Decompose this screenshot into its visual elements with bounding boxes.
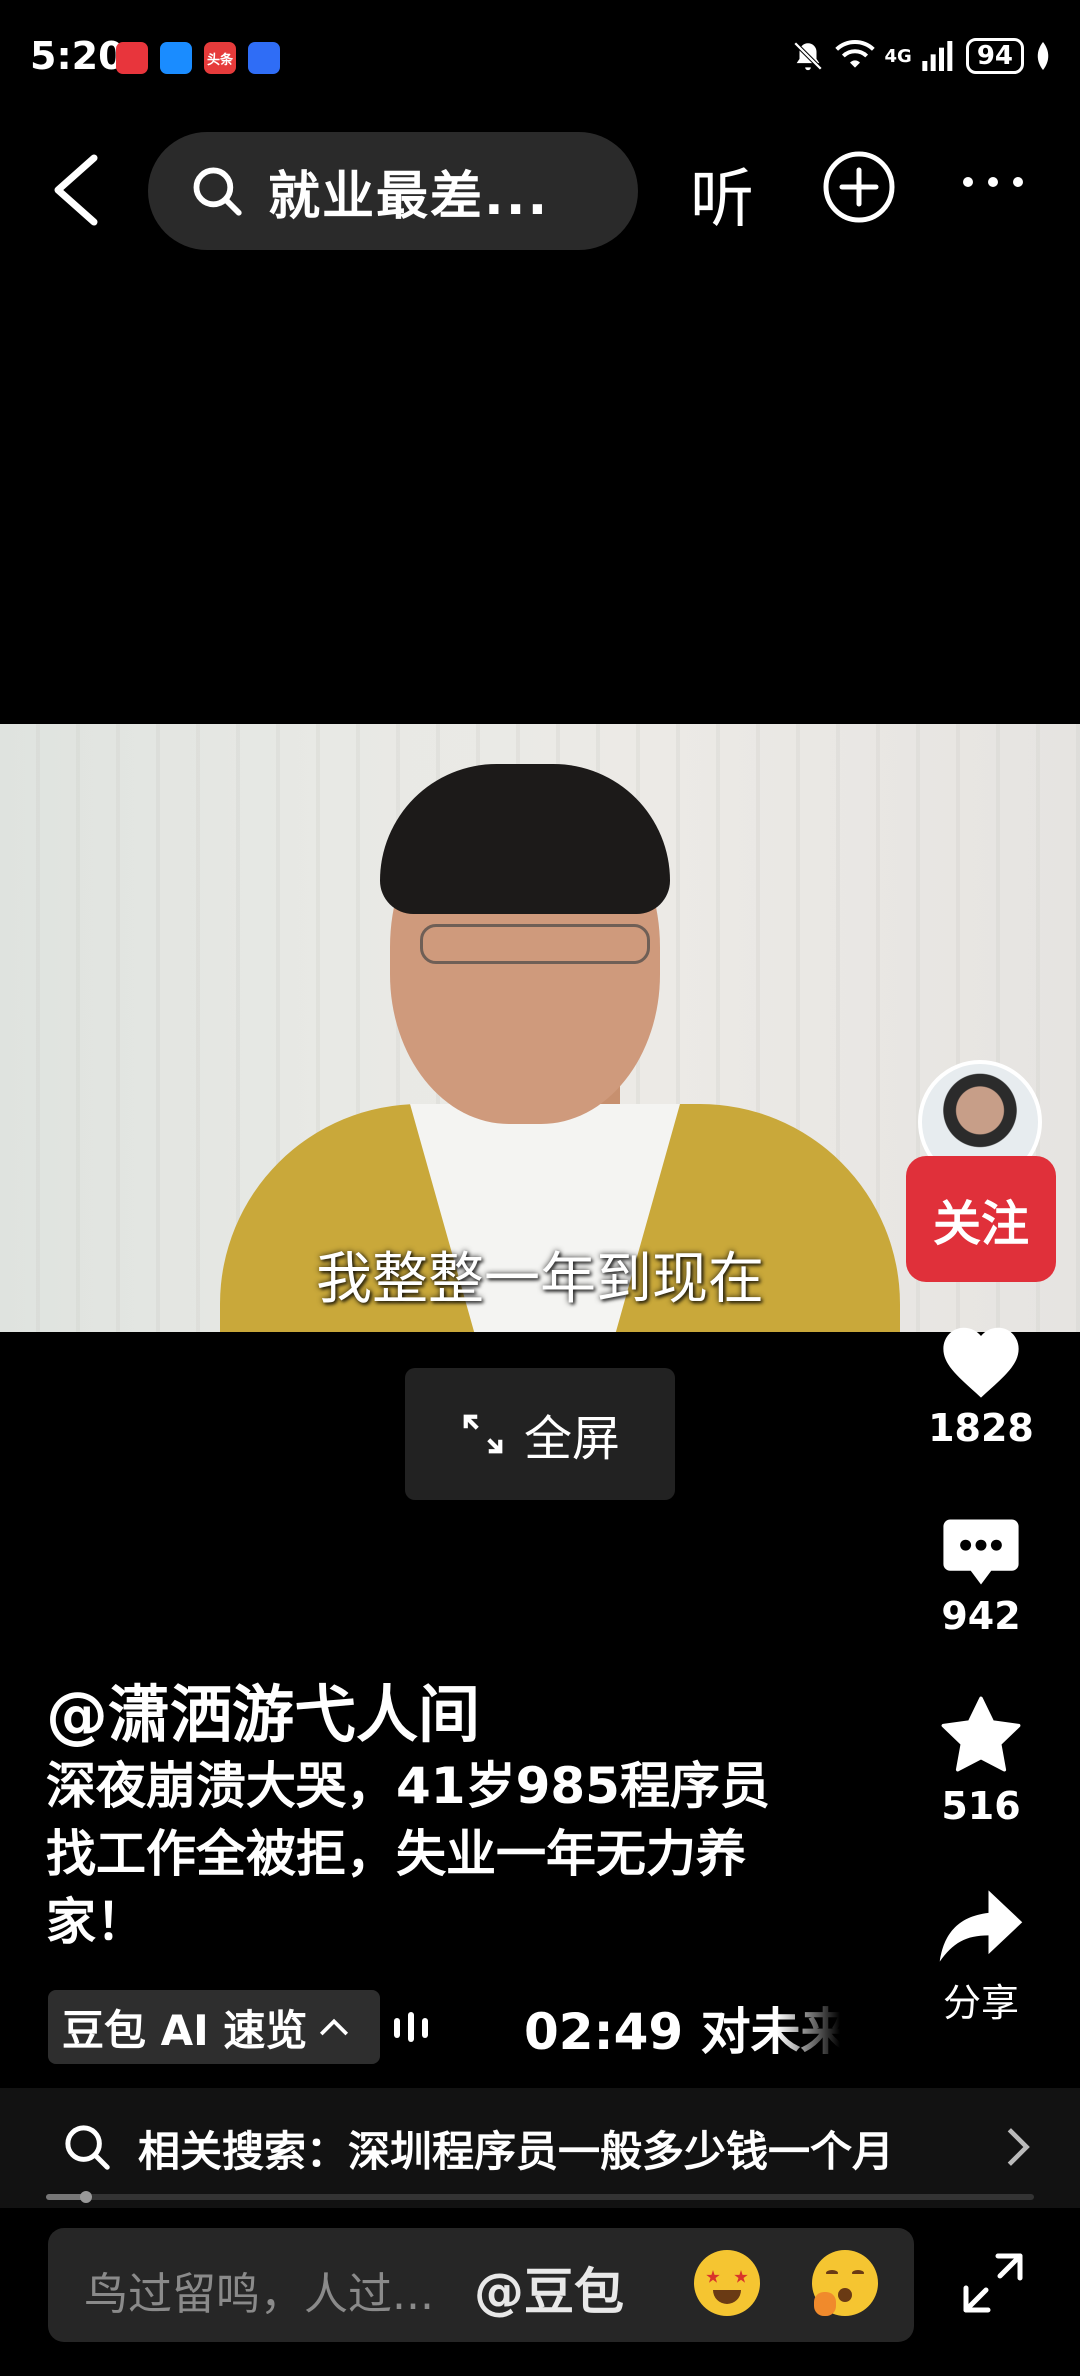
network-type-label: 4G — [884, 45, 912, 67]
plus-circle-icon[interactable] — [822, 150, 896, 224]
wifi-icon — [834, 40, 875, 68]
status-bar: 5:20 头条 4G 94 — [0, 0, 1080, 120]
share-arrow-icon — [939, 1890, 1023, 1962]
share-button[interactable]: 分享 — [900, 1886, 1062, 2027]
comment-count: 942 — [941, 1594, 1021, 1638]
star-icon — [941, 1696, 1021, 1772]
mention-doubao-button[interactable]: @豆包 — [474, 2252, 624, 2324]
top-bar: 就业最差... 听 — [0, 128, 1080, 252]
follow-button[interactable]: 关注 — [906, 1156, 1056, 1282]
comment-placeholder: 鸟过留鸣，人过... — [84, 2269, 434, 2320]
favorite-button[interactable]: 516 — [900, 1694, 1062, 1828]
like-button[interactable]: 1828 — [900, 1320, 1062, 1450]
comment-button[interactable]: 942 — [900, 1516, 1062, 1638]
ai-summary-preview[interactable]: 02:49 对未来 — [524, 1992, 840, 2062]
playback-progress-bar[interactable] — [46, 2191, 1034, 2203]
chevron-up-icon — [320, 2018, 349, 2036]
notification-app-icons: 头条 — [116, 42, 280, 74]
star-eyes-emoji-icon[interactable] — [694, 2250, 760, 2316]
status-indicators: 4G 94 — [791, 38, 1053, 74]
comment-input[interactable]: 鸟过留鸣，人过... @豆包 — [48, 2228, 914, 2342]
video-description: 深夜崩溃大哭，41岁985程序员找工作全被拒，失业一年无力养家！ — [46, 1757, 770, 1951]
ai-summary-button-label: 豆包 AI 速览 — [62, 2005, 308, 2055]
expand-diagonal-icon[interactable] — [958, 2248, 1028, 2318]
chat-app-icon — [160, 42, 192, 74]
search-bar[interactable]: 就业最差... — [148, 132, 638, 250]
chevron-right-icon — [1007, 2128, 1030, 2166]
more-dots-icon[interactable] — [960, 152, 1026, 212]
browser-app-icon — [248, 42, 280, 74]
search-icon — [65, 2125, 110, 2170]
listen-button[interactable]: 听 — [690, 148, 754, 240]
thinking-emoji-icon[interactable] — [812, 2250, 878, 2316]
shopping-app-icon — [116, 42, 148, 74]
search-icon — [193, 167, 242, 216]
heart-icon — [943, 1327, 1019, 1398]
leaf-icon — [1037, 42, 1049, 70]
comment-bubble-icon — [943, 1519, 1019, 1585]
audio-wave-icon — [394, 2012, 428, 2042]
progress-handle[interactable] — [79, 2191, 92, 2203]
expand-arrows-icon — [463, 1414, 503, 1454]
related-search-bar[interactable]: 相关搜索：深圳程序员一般多少钱一个月 — [0, 2088, 1080, 2208]
fullscreen-button[interactable]: 全屏 — [405, 1368, 675, 1500]
author-name[interactable]: @潇洒游弋人间 — [46, 1664, 480, 1754]
favorite-count: 516 — [941, 1784, 1021, 1828]
like-count: 1828 — [928, 1406, 1034, 1450]
battery-level: 94 — [976, 41, 1013, 71]
back-arrow-icon[interactable] — [44, 152, 114, 228]
toutiao-app-icon: 头条 — [204, 42, 236, 74]
share-label: 分享 — [942, 1981, 1019, 2025]
search-query-text: 就业最差... — [268, 166, 550, 227]
battery-indicator: 94 — [965, 38, 1024, 74]
related-search-text: 相关搜索：深圳程序员一般多少钱一个月 — [138, 2127, 895, 2176]
signal-icon — [922, 41, 953, 71]
person-glasses — [420, 924, 650, 964]
mute-bell-icon — [793, 41, 822, 71]
ai-summary-button[interactable]: 豆包 AI 速览 — [48, 1990, 380, 2064]
status-time: 5:20 — [30, 34, 125, 78]
fullscreen-label: 全屏 — [523, 1411, 620, 1467]
